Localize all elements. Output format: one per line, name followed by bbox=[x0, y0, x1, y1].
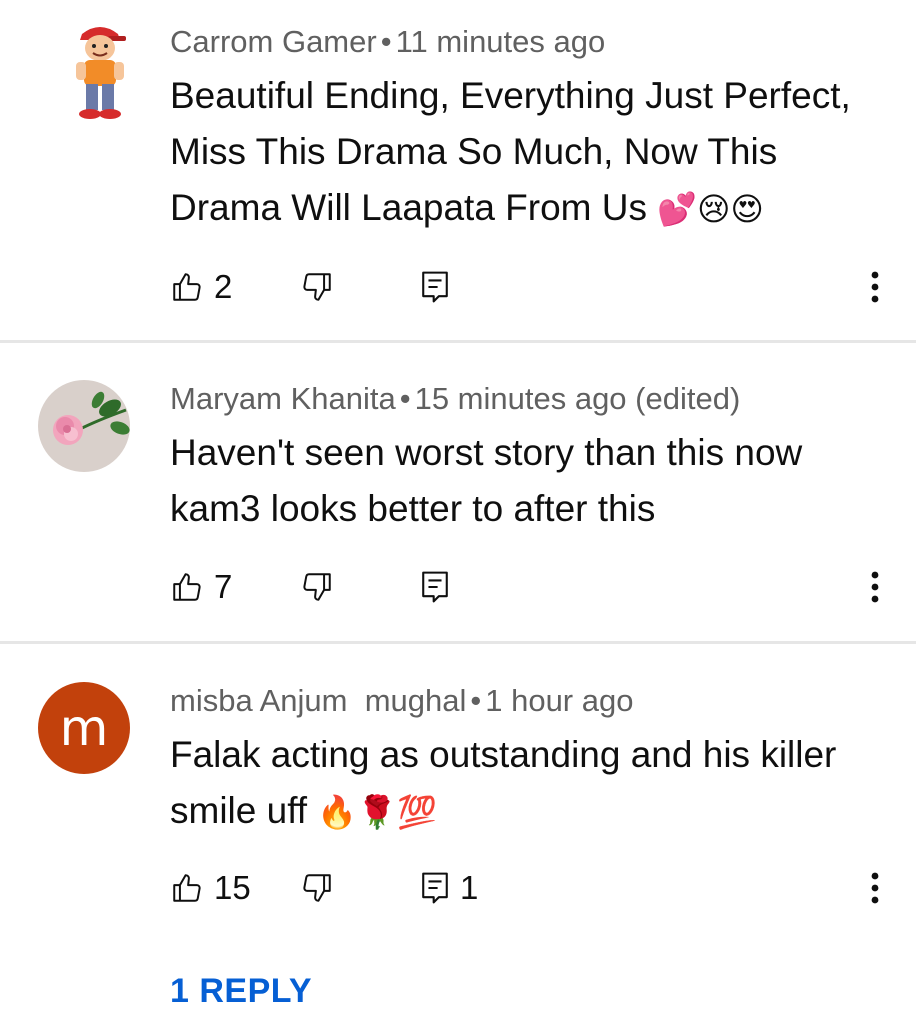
comment-text: Beautiful Ending, Everything Just Perfec… bbox=[170, 68, 890, 237]
like-button[interactable]: 15 bbox=[170, 868, 251, 908]
reply-button[interactable] bbox=[420, 567, 460, 607]
dislike-button[interactable] bbox=[300, 567, 334, 607]
reply-icon bbox=[422, 872, 448, 904]
like-count: 7 bbox=[214, 568, 233, 605]
comment-text: Falak acting as outstanding and his kill… bbox=[170, 727, 890, 840]
comment-emojis: 🔥🌹💯 bbox=[317, 793, 437, 831]
author-name[interactable]: misba Anjum mughal bbox=[170, 683, 466, 718]
thumbs-down-icon bbox=[303, 874, 331, 902]
thumbs-up-icon bbox=[173, 573, 201, 601]
view-replies-link[interactable]: 1 REPLY bbox=[170, 972, 312, 1011]
author-name[interactable]: Carrom Gamer bbox=[170, 24, 377, 59]
reply-icon bbox=[422, 271, 448, 303]
separator-dot: • bbox=[399, 381, 411, 416]
more-vert-icon bbox=[871, 271, 879, 303]
like-button[interactable]: 7 bbox=[170, 567, 232, 607]
comment-meta: Carrom Gamer • 11 minutes ago bbox=[170, 24, 605, 60]
avatar-cartoon[interactable] bbox=[60, 18, 140, 122]
comment-actions: 2 bbox=[170, 267, 890, 307]
avatar-letter[interactable]: m bbox=[38, 682, 130, 774]
comment-time: 1 hour ago bbox=[485, 683, 634, 718]
more-options-button[interactable] bbox=[860, 868, 890, 908]
reply-count: 1 bbox=[460, 869, 479, 906]
comment-meta: Maryam Khanita • 15 minutes ago (edited) bbox=[170, 381, 740, 417]
more-vert-icon bbox=[871, 571, 879, 603]
comment-body: Falak acting as outstanding and his kill… bbox=[170, 734, 837, 831]
comment-actions: 15 1 bbox=[170, 868, 890, 908]
reply-button[interactable] bbox=[420, 267, 460, 307]
reply-button[interactable]: 1 bbox=[420, 868, 478, 908]
cartoon-avatar-icon bbox=[76, 27, 126, 119]
comment-text: Haven't seen worst story than this now k… bbox=[170, 425, 890, 537]
comment-body: Haven't seen worst story than this now k… bbox=[170, 432, 803, 529]
thumbs-up-icon bbox=[173, 273, 201, 301]
divider bbox=[0, 340, 916, 343]
comment-time: 11 minutes ago bbox=[395, 24, 606, 59]
avatar-initial: m bbox=[59, 699, 109, 757]
more-vert-icon bbox=[871, 872, 879, 904]
thumbs-down-icon bbox=[303, 273, 331, 301]
reply-icon bbox=[422, 571, 448, 603]
like-count: 15 bbox=[214, 869, 251, 906]
comment-emojis: 💕😢😍 bbox=[657, 190, 764, 228]
divider bbox=[0, 641, 916, 644]
comment-time: 15 minutes ago (edited) bbox=[414, 381, 741, 416]
dislike-button[interactable] bbox=[300, 868, 334, 908]
comment-meta: misba Anjum mughal • 1 hour ago bbox=[170, 683, 633, 719]
like-count: 2 bbox=[214, 268, 233, 305]
thumbs-up-icon bbox=[173, 874, 201, 902]
thumbs-down-icon bbox=[303, 573, 331, 601]
author-name[interactable]: Maryam Khanita bbox=[170, 381, 396, 416]
dislike-button[interactable] bbox=[300, 267, 334, 307]
comment-actions: 7 bbox=[170, 567, 890, 607]
separator-dot: • bbox=[470, 683, 482, 718]
separator-dot: • bbox=[380, 24, 392, 59]
rose-photo-avatar bbox=[38, 380, 130, 472]
more-options-button[interactable] bbox=[860, 567, 890, 607]
avatar-rose[interactable] bbox=[38, 380, 130, 472]
more-options-button[interactable] bbox=[860, 267, 890, 307]
like-button[interactable]: 2 bbox=[170, 267, 232, 307]
